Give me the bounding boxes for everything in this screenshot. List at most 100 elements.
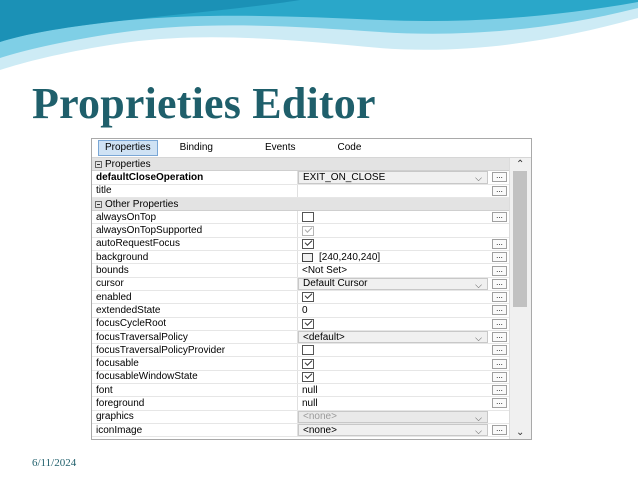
collapse-icon[interactable] [95, 160, 102, 168]
property-value-combo[interactable]: EXIT_ON_CLOSE ⌵ [298, 171, 488, 184]
vertical-scrollbar[interactable]: ⌃ ⌄ [509, 158, 531, 439]
property-row-autoRequestFocus[interactable]: autoRequestFocus ... [92, 237, 512, 252]
checkbox-checked[interactable] [302, 318, 314, 329]
properties-editor-panel: Properties Binding Events Code Propertie… [91, 138, 532, 440]
property-row-extendedState[interactable]: extendedState 0 ... [92, 304, 512, 318]
property-row-focusCycleRoot[interactable]: focusCycleRoot ... [92, 317, 512, 331]
ellipsis-button[interactable]: ... [492, 252, 507, 263]
slide-date: 6/11/2024 [32, 457, 77, 469]
scrollbar-thumb[interactable] [513, 171, 527, 307]
color-swatch [302, 252, 313, 262]
ellipsis-button[interactable]: ... [492, 425, 507, 436]
property-row-bounds[interactable]: bounds <Not Set> ... [92, 264, 512, 278]
property-value-cell[interactable]: [240,240,240] [298, 251, 488, 263]
property-row-focusTraversalPolicy[interactable]: focusTraversalPolicy <default> ⌵ ... [92, 330, 512, 345]
property-row-alwaysOnTop[interactable]: alwaysOnTop ... [92, 211, 512, 225]
property-value-combo[interactable]: <default> ⌵ [298, 330, 488, 344]
property-row-iconImage[interactable]: iconImage <none> ⌵ ... [92, 423, 512, 438]
property-row-title[interactable]: title ... [92, 184, 512, 198]
property-row-font[interactable]: font null ... [92, 384, 512, 398]
property-row-cursor[interactable]: cursor Default Cursor ⌵ ... [92, 277, 512, 291]
checkbox-checked[interactable] [302, 238, 314, 249]
property-value: EXIT_ON_CLOSE [303, 171, 386, 183]
tab-binding[interactable]: Binding [174, 141, 219, 155]
property-row-focusableWindowState[interactable]: focusableWindowState ... [92, 370, 512, 385]
checkbox-checked[interactable] [302, 371, 314, 382]
property-value-cell [298, 238, 488, 250]
chevron-down-icon[interactable]: ⌵ [475, 333, 482, 342]
property-name: background [92, 251, 298, 264]
property-grid: Properties defaultCloseOperation EXIT_ON… [92, 158, 512, 438]
ellipsis-button[interactable]: ... [492, 238, 507, 249]
property-value-cell [298, 371, 488, 383]
property-name: title [92, 184, 298, 197]
property-row-graphics: graphics <none> ⌵ [92, 410, 512, 424]
ellipsis-button[interactable]: ... [492, 345, 507, 356]
property-name: focusTraversalPolicy [92, 330, 298, 344]
property-row-defaultCloseOperation[interactable]: defaultCloseOperation EXIT_ON_CLOSE ⌵ ..… [92, 171, 512, 185]
editor-tab-bar: Properties Binding Events Code [92, 139, 531, 158]
ellipsis-button[interactable]: ... [492, 318, 507, 329]
ellipsis-button[interactable]: ... [492, 385, 507, 396]
property-value-cell [298, 211, 488, 223]
property-name: focusCycleRoot [92, 317, 298, 330]
property-row-background[interactable]: background [240,240,240] ... [92, 251, 512, 265]
property-value-cell [298, 344, 488, 356]
checkbox-unchecked[interactable] [302, 345, 314, 356]
ellipsis-button[interactable]: ... [492, 305, 507, 316]
property-name: focusableWindowState [92, 370, 298, 384]
category-properties[interactable]: Properties [92, 158, 512, 172]
property-row-focusable[interactable]: focusable ... [92, 357, 512, 371]
ellipsis-button[interactable]: ... [492, 292, 507, 303]
category-label: Properties [105, 158, 151, 170]
property-value-combo[interactable]: <none> ⌵ [298, 423, 488, 437]
property-name: defaultCloseOperation [92, 171, 298, 184]
property-value-cell [298, 318, 488, 330]
ellipsis-button[interactable]: ... [492, 185, 507, 196]
ellipsis-button[interactable]: ... [492, 398, 507, 409]
ellipsis-button[interactable]: ... [492, 265, 507, 276]
checkbox-unchecked[interactable] [302, 212, 314, 223]
collapse-icon[interactable] [95, 200, 102, 208]
property-value-combo-disabled: <none> ⌵ [298, 410, 488, 423]
property-row-enabled[interactable]: enabled ... [92, 290, 512, 305]
property-row-focusTraversalPolicyProvider[interactable]: focusTraversalPolicyProvider ... [92, 344, 512, 358]
tab-properties[interactable]: Properties [98, 140, 158, 156]
property-value-cell [298, 357, 488, 369]
property-value[interactable]: 0 [298, 304, 488, 316]
property-name: iconImage [92, 423, 298, 437]
chevron-down-icon[interactable]: ⌵ [475, 280, 482, 289]
ellipsis-button[interactable]: ... [492, 278, 507, 289]
property-name: extendedState [92, 304, 298, 317]
property-name: cursor [92, 277, 298, 290]
property-value-input[interactable] [298, 185, 488, 197]
property-name: focusable [92, 357, 298, 370]
tab-code[interactable]: Code [332, 141, 368, 155]
property-name: foreground [92, 397, 298, 410]
scroll-up-icon[interactable]: ⌃ [516, 159, 524, 170]
ellipsis-button[interactable]: ... [492, 371, 507, 382]
property-name: enabled [92, 290, 298, 304]
ellipsis-button[interactable]: ... [492, 332, 507, 342]
scroll-down-icon[interactable]: ⌄ [516, 427, 524, 438]
checkbox-disabled-checked [302, 225, 314, 236]
slide-title: Proprieties Editor [32, 79, 376, 128]
property-value[interactable]: null [298, 384, 488, 396]
property-value[interactable]: <Not Set> [298, 264, 488, 276]
property-name: alwaysOnTop [92, 211, 298, 224]
tab-events[interactable]: Events [259, 141, 302, 155]
chevron-down-icon[interactable]: ⌵ [475, 426, 482, 435]
property-value: <none> [303, 424, 337, 436]
property-value-combo[interactable]: Default Cursor ⌵ [298, 277, 488, 290]
checkbox-checked[interactable] [302, 292, 314, 303]
chevron-down-icon[interactable]: ⌵ [475, 173, 482, 182]
property-row-foreground[interactable]: foreground null ... [92, 397, 512, 411]
ellipsis-button[interactable]: ... [492, 172, 507, 183]
ellipsis-button[interactable]: ... [492, 212, 507, 223]
category-other-properties[interactable]: Other Properties [92, 197, 512, 212]
property-value: <none> [303, 411, 337, 423]
ellipsis-button[interactable]: ... [492, 358, 507, 369]
checkbox-checked[interactable] [302, 358, 314, 369]
property-value[interactable]: null [298, 397, 488, 409]
property-name: font [92, 384, 298, 397]
